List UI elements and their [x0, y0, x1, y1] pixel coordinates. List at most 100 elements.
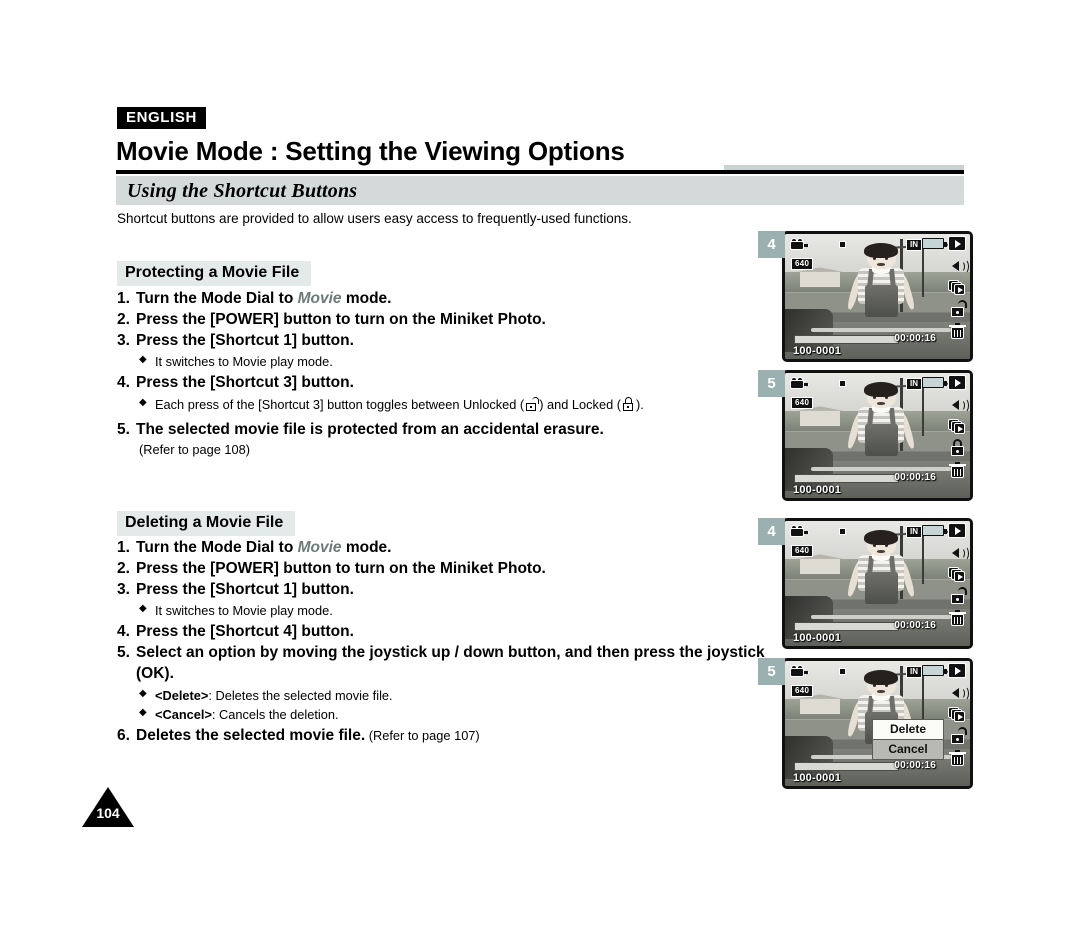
lcd-status-bar: 100-0001 00:00:16: [785, 329, 970, 359]
diamond-bullet-icon: ◆: [139, 354, 147, 366]
bullet-item-cancel-option: ◆ <Cancel>: Cancels the deletion.: [117, 706, 767, 724]
bullet-text: <Delete>: Deletes the selected movie fil…: [155, 687, 767, 705]
step-number: 5.: [117, 643, 130, 661]
play-icon[interactable]: [948, 663, 966, 678]
step-text-post: mode.: [341, 290, 392, 307]
file-number-label: 100-0001: [793, 345, 842, 357]
step-text-emphasis: Movie: [297, 290, 342, 307]
steps-protecting: 1. Turn the Mode Dial to Movie mode. 2. …: [117, 289, 767, 457]
page-title: Movie Mode : Setting the Viewing Options: [116, 136, 625, 166]
multi-file-icon[interactable]: [948, 707, 966, 722]
lcd-screen: 640 IN Delete Cancel 100-0001 00:00:16: [782, 658, 973, 789]
delete-option-desc: : Deletes the selected movie file.: [208, 687, 393, 703]
step-number: 1.: [117, 290, 130, 307]
step-tab-badge: 4: [758, 231, 785, 258]
memory-badge: IN: [906, 378, 922, 390]
step-number: 1.: [117, 539, 130, 556]
multi-file-icon[interactable]: [948, 567, 966, 582]
step-item: 5. The selected movie file is protected …: [117, 420, 767, 441]
stop-status-icon: [839, 528, 846, 535]
speaker-icon[interactable]: [948, 258, 969, 274]
step-item: 3. Press the [Shortcut 1] button.: [117, 331, 767, 352]
step-text: Press the [POWER] button to turn on the …: [136, 559, 546, 577]
step-item: 5. Select an option by moving the joysti…: [117, 643, 767, 685]
memory-badge: IN: [906, 239, 922, 251]
bullet-text-post: ).: [636, 396, 644, 412]
locked-padlock-icon[interactable]: [948, 439, 966, 456]
bullet-text: It switches to Movie play mode.: [155, 603, 333, 619]
memory-badge: IN: [906, 666, 922, 678]
resolution-badge: 640: [791, 258, 814, 270]
stop-status-icon: [839, 668, 846, 675]
step-item: 1. Turn the Mode Dial to Movie mode.: [117, 289, 767, 310]
step-number: 3.: [117, 331, 130, 349]
step-item: 2. Press the [POWER] button to turn on t…: [117, 559, 767, 580]
play-icon[interactable]: [948, 523, 966, 538]
lcd-osd-overlay: 640 IN 100-0001 00:00:16: [785, 521, 970, 646]
battery-icon: [922, 665, 947, 676]
bullet-item: ◆ It switches to Movie play mode.: [117, 602, 767, 620]
playback-progress-bar[interactable]: [794, 622, 899, 631]
steps-deleting: 1. Turn the Mode Dial to Movie mode. 2. …: [117, 538, 767, 747]
resolution-badge: 640: [791, 685, 814, 697]
unlocked-padlock-icon[interactable]: [948, 587, 967, 604]
step-number: 2.: [117, 310, 130, 328]
multi-file-icon[interactable]: [948, 280, 966, 295]
step-number: 6.: [117, 727, 130, 745]
bullet-text-pre: Each press of the [Shortcut 3] button to…: [155, 396, 525, 412]
bullet-text: It switches to Movie play mode.: [155, 354, 333, 370]
speaker-icon[interactable]: [948, 397, 969, 413]
cancel-option-label: <Cancel>: [155, 707, 212, 723]
delete-option-label: <Delete>: [155, 687, 209, 703]
unlocked-padlock-icon: [525, 396, 540, 411]
bullet-item-lock-toggle: ◆ Each press of the [Shortcut 3] button …: [117, 396, 767, 414]
step-text: Press the [Shortcut 1] button.: [136, 580, 354, 598]
diamond-bullet-icon: ◆: [139, 707, 147, 719]
refer-note: (Refer to page 108): [139, 441, 250, 457]
dialog-option-delete[interactable]: Delete: [872, 719, 944, 740]
subtitle-text: Using the Shortcut Buttons: [127, 180, 358, 202]
lcd-osd-overlay: 640 IN 100-0001 00:00:16: [785, 373, 970, 498]
timecode-label: 00:00:16: [894, 760, 936, 771]
play-icon[interactable]: [948, 375, 966, 390]
diamond-bullet-icon: ◆: [139, 603, 147, 615]
step-text: Press the [Shortcut 1] button.: [136, 331, 354, 349]
osd-shortcut-column: [946, 523, 969, 626]
battery-icon: [922, 238, 947, 249]
dialog-option-cancel[interactable]: Cancel: [872, 740, 944, 760]
file-number-label: 100-0001: [793, 772, 842, 784]
step-tab-badge: 5: [758, 370, 785, 397]
lcd-status-bar: 100-0001 00:00:16: [785, 756, 970, 786]
bullet-text: Each press of the [Shortcut 3] button to…: [155, 396, 767, 414]
lcd-osd-overlay: 640 IN 100-0001 00:00:16: [785, 234, 970, 359]
osd-shortcut-column: [946, 375, 969, 478]
step-number: 4.: [117, 623, 130, 641]
step-text: Press the [POWER] button to turn on the …: [136, 310, 546, 328]
step-item: 6. Deletes the selected movie file. (Ref…: [117, 726, 767, 747]
bullet-text-mid: ) and Locked (: [539, 396, 622, 412]
playback-progress-bar[interactable]: [794, 762, 899, 771]
speaker-icon[interactable]: [948, 685, 969, 701]
speaker-icon[interactable]: [948, 545, 969, 561]
lcd-screen: 640 IN 100-0001 00:00:16: [782, 518, 973, 649]
step-text: Press the [Shortcut 4] button.: [136, 623, 354, 641]
step-text: Select an option by moving the joystick …: [136, 643, 765, 682]
locked-padlock-icon: [622, 396, 635, 411]
play-icon[interactable]: [948, 236, 966, 251]
step-number: 4.: [117, 374, 130, 392]
lcd-osd-overlay: 640 IN Delete Cancel 100-0001 00:00:16: [785, 661, 970, 786]
unlocked-padlock-icon[interactable]: [948, 300, 967, 317]
file-number-label: 100-0001: [793, 484, 842, 496]
osd-shortcut-column: [946, 663, 969, 766]
unlocked-padlock-icon[interactable]: [948, 727, 967, 744]
playback-progress-bar[interactable]: [794, 335, 899, 344]
language-badge: ENGLISH: [117, 107, 206, 129]
timecode-label: 00:00:16: [894, 620, 936, 631]
multi-file-icon[interactable]: [948, 419, 966, 434]
resolution-badge: 640: [791, 397, 814, 409]
step-item: 1. Turn the Mode Dial to Movie mode.: [117, 538, 767, 559]
lcd-screen: 640 IN 100-0001 00:00:16: [782, 370, 973, 501]
cancel-option-desc: : Cancels the deletion.: [211, 707, 339, 723]
playback-progress-bar[interactable]: [794, 474, 899, 483]
page-number-text: 104: [96, 805, 120, 821]
